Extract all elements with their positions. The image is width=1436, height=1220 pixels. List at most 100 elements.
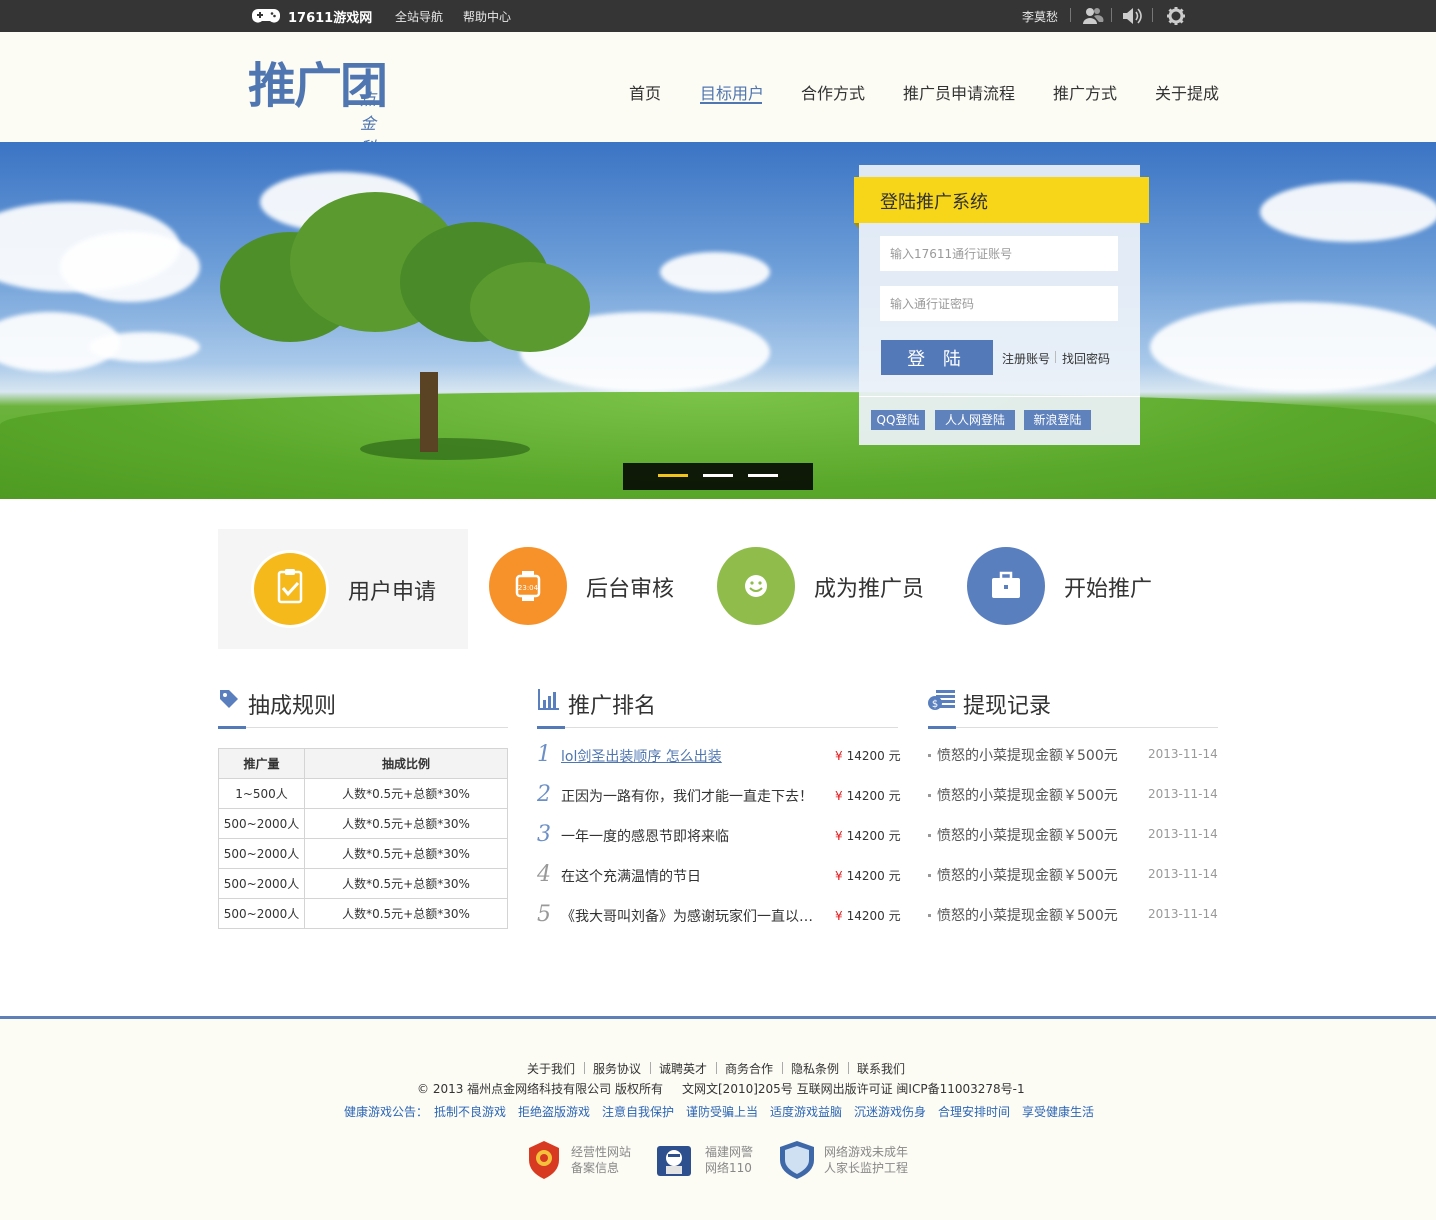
username[interactable]: 李莫愁 (1022, 8, 1058, 25)
help-center-link[interactable]: 帮助中心 (463, 8, 511, 25)
divider (650, 1062, 651, 1074)
divider (1152, 8, 1153, 22)
withdrawal-item[interactable]: 愤怒的小菜提现金额￥500元 (937, 865, 1118, 885)
rank-item-link[interactable]: 《我大哥叫刘备》为感谢玩家们一直以来... (561, 906, 826, 926)
badge-line: 备案信息 (571, 1161, 620, 1175)
currency-symbol: ¥ (835, 829, 843, 843)
footer-link-privacy[interactable]: 隐私条例 (791, 1060, 839, 1077)
health-item[interactable]: 合理安排时间 (938, 1103, 1010, 1120)
table-cell: 人数*0.5元+总额*30% (304, 898, 508, 929)
brand-logo[interactable]: 推广团 点金科技 (248, 60, 388, 181)
withdrawal-date: 2013-11-14 (1148, 747, 1218, 761)
site-name: 17611游戏网 (288, 10, 373, 26)
footer-link-business[interactable]: 商务合作 (725, 1060, 773, 1077)
svg-text:23:04: 23:04 (518, 584, 539, 592)
withdrawals-title: 提现记录 (963, 694, 1052, 719)
site-nav-link[interactable]: 全站导航 (395, 8, 443, 25)
step-2[interactable]: 23:04 (489, 547, 567, 625)
footer-link-terms[interactable]: 服务协议 (593, 1060, 641, 1077)
register-link[interactable]: 注册账号 (1002, 350, 1050, 367)
slider-dot-2[interactable] (703, 474, 733, 477)
section-accent (928, 726, 956, 729)
renren-login-button[interactable]: 人人网登陆 (935, 410, 1015, 430)
tree-shadow (360, 438, 530, 460)
withdrawal-item[interactable]: 愤怒的小菜提现金额￥500元 (937, 825, 1118, 845)
footer-link-contact[interactable]: 联系我们 (857, 1060, 905, 1077)
users-icon[interactable] (1082, 6, 1104, 26)
svg-text:$: $ (932, 699, 938, 710)
withdrawal-date: 2013-11-14 (1148, 907, 1218, 921)
divider (537, 727, 898, 728)
withdrawal-item[interactable]: 愤怒的小菜提现金额￥500元 (937, 905, 1118, 925)
rank-item-link[interactable]: 正因为一路有你，我们才能一直走下去！ (561, 786, 826, 806)
copyright: © 2013 福州点金网络科技有限公司 版权所有 (417, 1082, 663, 1096)
sina-login-button[interactable]: 新浪登陆 (1024, 410, 1091, 430)
currency-symbol: ¥ (835, 869, 843, 883)
rank-item-link[interactable]: 在这个充满温情的节日 (561, 866, 826, 886)
police-badge-icon[interactable] (527, 1140, 561, 1180)
table-row: 500~2000人 人数*0.5元+总额*30% (218, 838, 508, 869)
divider (584, 1062, 585, 1074)
health-item[interactable]: 享受健康生活 (1022, 1103, 1094, 1120)
divider (1111, 8, 1112, 22)
nav-home[interactable]: 首页 (629, 80, 661, 104)
health-item[interactable]: 谨防受骗上当 (686, 1103, 758, 1120)
shield-icon[interactable] (778, 1140, 816, 1180)
health-item[interactable]: 注意自我保护 (602, 1103, 674, 1120)
withdrawal-item[interactable]: 愤怒的小菜提现金额￥500元 (937, 745, 1118, 765)
qq-login-button[interactable]: QQ登陆 (871, 410, 925, 430)
smile-icon (717, 547, 795, 625)
step-3[interactable] (717, 547, 795, 625)
divider (218, 727, 508, 728)
rank-amount: ¥14200 元 (835, 907, 901, 924)
account-input[interactable] (880, 236, 1118, 271)
section-accent (537, 726, 565, 729)
password-input[interactable] (880, 286, 1118, 321)
forgot-password-link[interactable]: 找回密码 (1062, 350, 1110, 367)
health-item[interactable]: 抵制不良游戏 (434, 1103, 506, 1120)
bar-chart-icon (538, 689, 559, 710)
footer-link-jobs[interactable]: 诚聘英才 (659, 1060, 707, 1077)
nav-promotion-methods[interactable]: 推广方式 (1053, 80, 1117, 104)
sound-icon[interactable] (1121, 6, 1143, 26)
health-item[interactable]: 沉迷游戏伤身 (854, 1103, 926, 1120)
health-item[interactable]: 拒绝盗版游戏 (518, 1103, 590, 1120)
rank-item-link[interactable]: lol剑圣出装顺序 怎么出装 (561, 746, 826, 766)
money-stack-icon: $ (928, 690, 955, 710)
nav-apply-process[interactable]: 推广员申请流程 (903, 80, 1015, 104)
health-label: 健康游戏公告： (344, 1105, 429, 1119)
currency-symbol: ¥ (835, 909, 843, 923)
license-info: 文网文[2010]205号 互联网出版许可证 闽ICP备11003278号-1 (682, 1082, 1025, 1096)
site-logo[interactable]: 17611游戏网 (252, 6, 372, 26)
withdrawal-date: 2013-11-14 (1148, 787, 1218, 801)
login-button[interactable]: 登 陆 (881, 340, 993, 375)
clock-icon: 23:04 (489, 547, 567, 625)
briefcase-icon (967, 547, 1045, 625)
step-2-label: 后台审核 (586, 577, 675, 602)
tree-canopy (470, 262, 590, 352)
health-item[interactable]: 适度游戏益脑 (770, 1103, 842, 1120)
gear-icon[interactable] (1165, 6, 1187, 26)
nav-target-users[interactable]: 目标用户 (700, 80, 764, 104)
rank-number: 3 (537, 822, 551, 847)
slider-dot-3[interactable] (748, 474, 778, 477)
nav-commission[interactable]: 关于提成 (1155, 80, 1219, 104)
step-4[interactable] (967, 547, 1045, 625)
slider-dot-1[interactable] (658, 474, 688, 477)
top-bar: 17611游戏网 全站导航 帮助中心 李莫愁 (0, 0, 1436, 32)
footer-link-about[interactable]: 关于我们 (527, 1060, 575, 1077)
commission-table: 推广量 抽成比例 1~500人 人数*0.5元+总额*30% 500~2000人… (218, 748, 508, 929)
cloud (1260, 182, 1436, 242)
table-row: 500~2000人 人数*0.5元+总额*30% (218, 808, 508, 839)
withdrawal-item[interactable]: 愤怒的小菜提现金额￥500元 (937, 785, 1118, 805)
nav-cooperation[interactable]: 合作方式 (801, 80, 865, 104)
badge-line: 经营性网站 (571, 1145, 632, 1159)
currency-symbol: ¥ (835, 749, 843, 763)
step-1[interactable] (251, 550, 329, 628)
rank-item-link[interactable]: 一年一度的感恩节即将来临 (561, 826, 826, 846)
table-cell: 1~500人 (218, 778, 305, 809)
login-header-fold (854, 223, 859, 229)
nav-active-indicator (700, 102, 762, 104)
divider (848, 1062, 849, 1074)
cyber-police-icon[interactable] (653, 1140, 695, 1180)
